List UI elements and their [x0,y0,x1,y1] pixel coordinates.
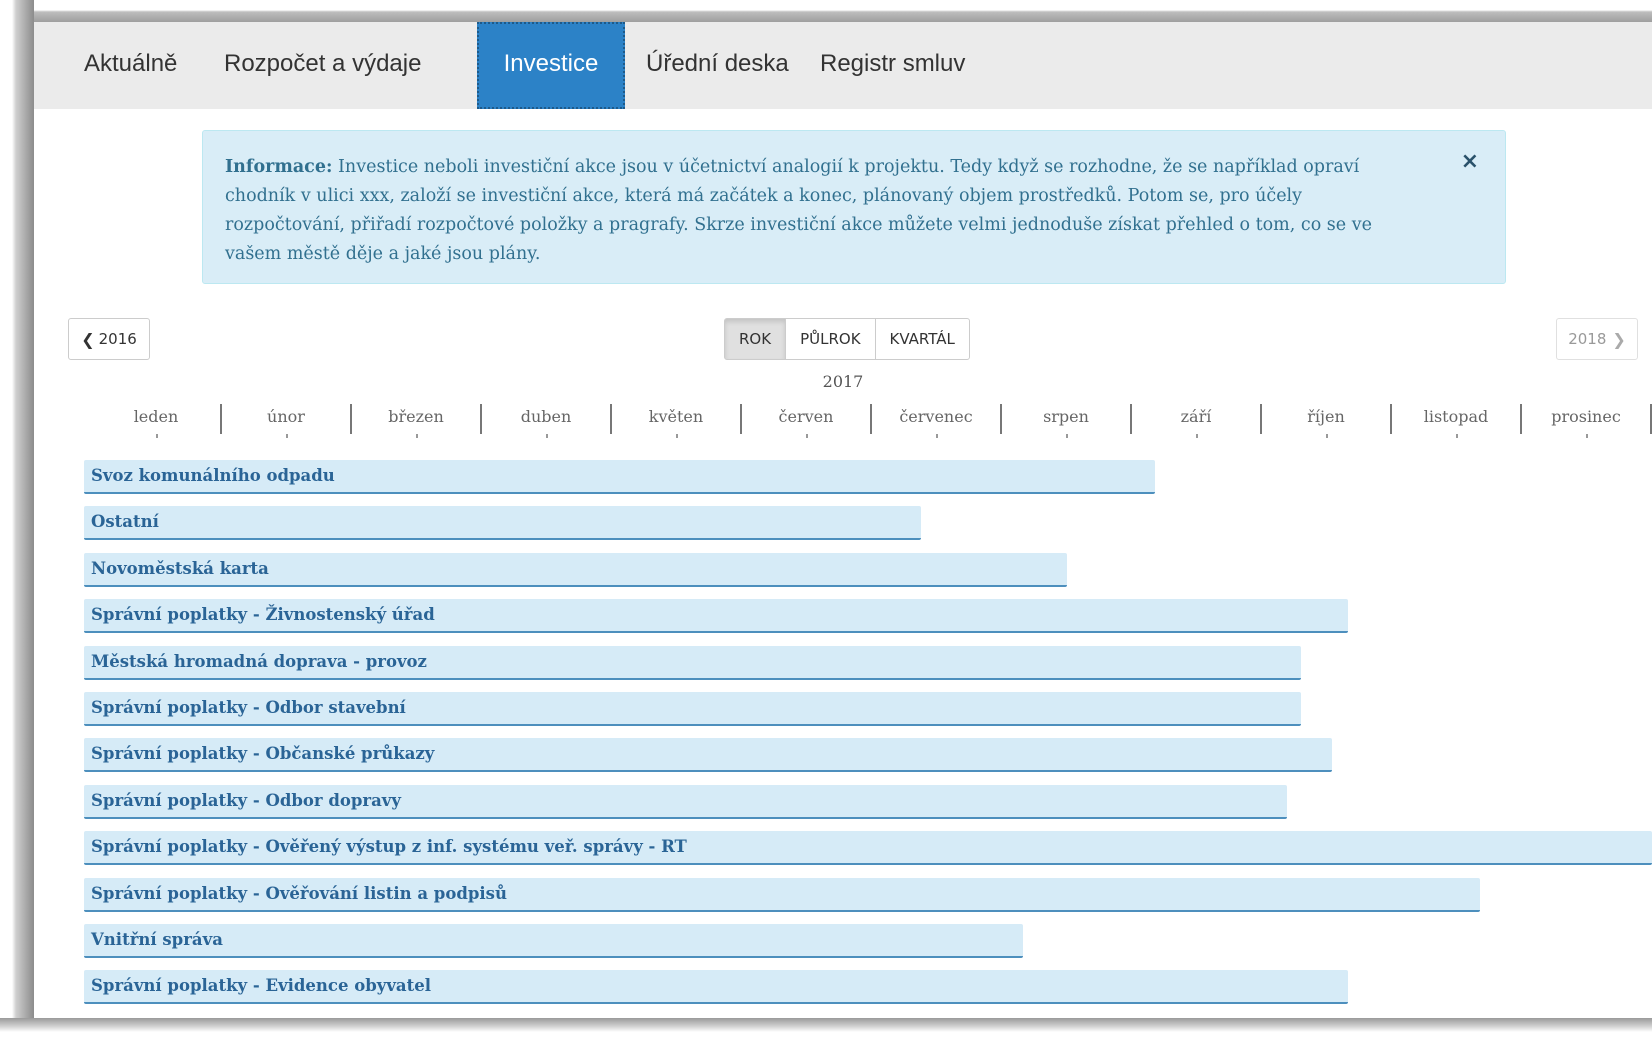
month-label: leden [92,404,222,438]
month-label: únor [222,404,352,438]
previous-year-button[interactable]: ❮ 2016 [68,318,150,360]
investment-bar[interactable]: Správní poplatky - Evidence obyvatel [84,970,1348,1004]
previous-year-label: 2016 [98,330,137,348]
month-label: září [1132,404,1262,438]
page: Aktuálně Rozpočet a výdaje Investice Úře… [34,22,1652,1018]
investment-bar[interactable]: Městská hromadná doprava - provoz [84,646,1301,680]
window-frame-bottom [0,1018,1652,1037]
view-quarter-button[interactable]: KVARTÁL [874,318,970,360]
view-year-button[interactable]: ROK [724,318,787,360]
next-year-button[interactable]: 2018 ❯ [1556,318,1638,360]
month-label: červenec [872,404,1002,438]
tab-aktualne[interactable]: Aktuálně [64,22,197,109]
investment-bar[interactable]: Správní poplatky - Občanské průkazy [84,738,1332,772]
timeline-year: 2017 [822,372,864,391]
alert-text: Investice neboli investiční akce jsou v … [225,157,1372,264]
month-label: březen [352,404,482,438]
tab-uredni-deska[interactable]: Úřední deska [626,22,809,109]
investment-bar[interactable]: Správní poplatky - Živnostenský úřad [84,599,1348,633]
investment-bar[interactable]: Ostatní [84,506,921,540]
tab-registr-smluv[interactable]: Registr smluv [800,22,985,109]
info-alert: Informace: Investice neboli investiční a… [202,130,1506,284]
top-navigation: Aktuálně Rozpočet a výdaje Investice Úře… [34,22,1652,109]
window-frame-top [0,0,1652,22]
view-switcher: ROK PŮLROK KVARTÁL [724,318,970,360]
close-icon[interactable]: × [1461,147,1479,177]
investment-bar[interactable]: Novoměstská karta [84,553,1067,587]
chevron-left-icon: ❮ [81,329,95,349]
tab-investice[interactable]: Investice [477,22,625,109]
investment-bar[interactable]: Správní poplatky - Odbor stavební [84,692,1301,726]
tab-rozpocet-a-vydaje[interactable]: Rozpočet a výdaje [204,22,441,109]
timeline-months: leden únor březen duben květen červen červenec… [92,404,1652,438]
chevron-right-icon: ❯ [1612,329,1626,349]
month-label: červen [742,404,872,438]
month-label: srpen [1002,404,1132,438]
investment-bar[interactable]: Správní poplatky - Ověřený výstup z inf.… [84,831,1652,865]
view-half-year-button[interactable]: PŮLROK [785,318,876,360]
investment-bar[interactable]: Vnitřní správa [84,924,1023,958]
month-label: duben [482,404,612,438]
month-label: prosinec [1522,404,1652,438]
alert-title: Informace: [225,157,333,177]
next-year-label: 2018 [1568,330,1607,348]
investment-bar[interactable]: Správní poplatky - Ověřování listin a po… [84,878,1480,912]
month-label: říjen [1262,404,1392,438]
window-frame-left [0,0,34,1037]
investment-bar[interactable]: Správní poplatky - Odbor dopravy [84,785,1287,819]
month-label: květen [612,404,742,438]
investment-bar[interactable]: Svoz komunálního odpadu [84,460,1155,494]
month-label: listopad [1392,404,1522,438]
